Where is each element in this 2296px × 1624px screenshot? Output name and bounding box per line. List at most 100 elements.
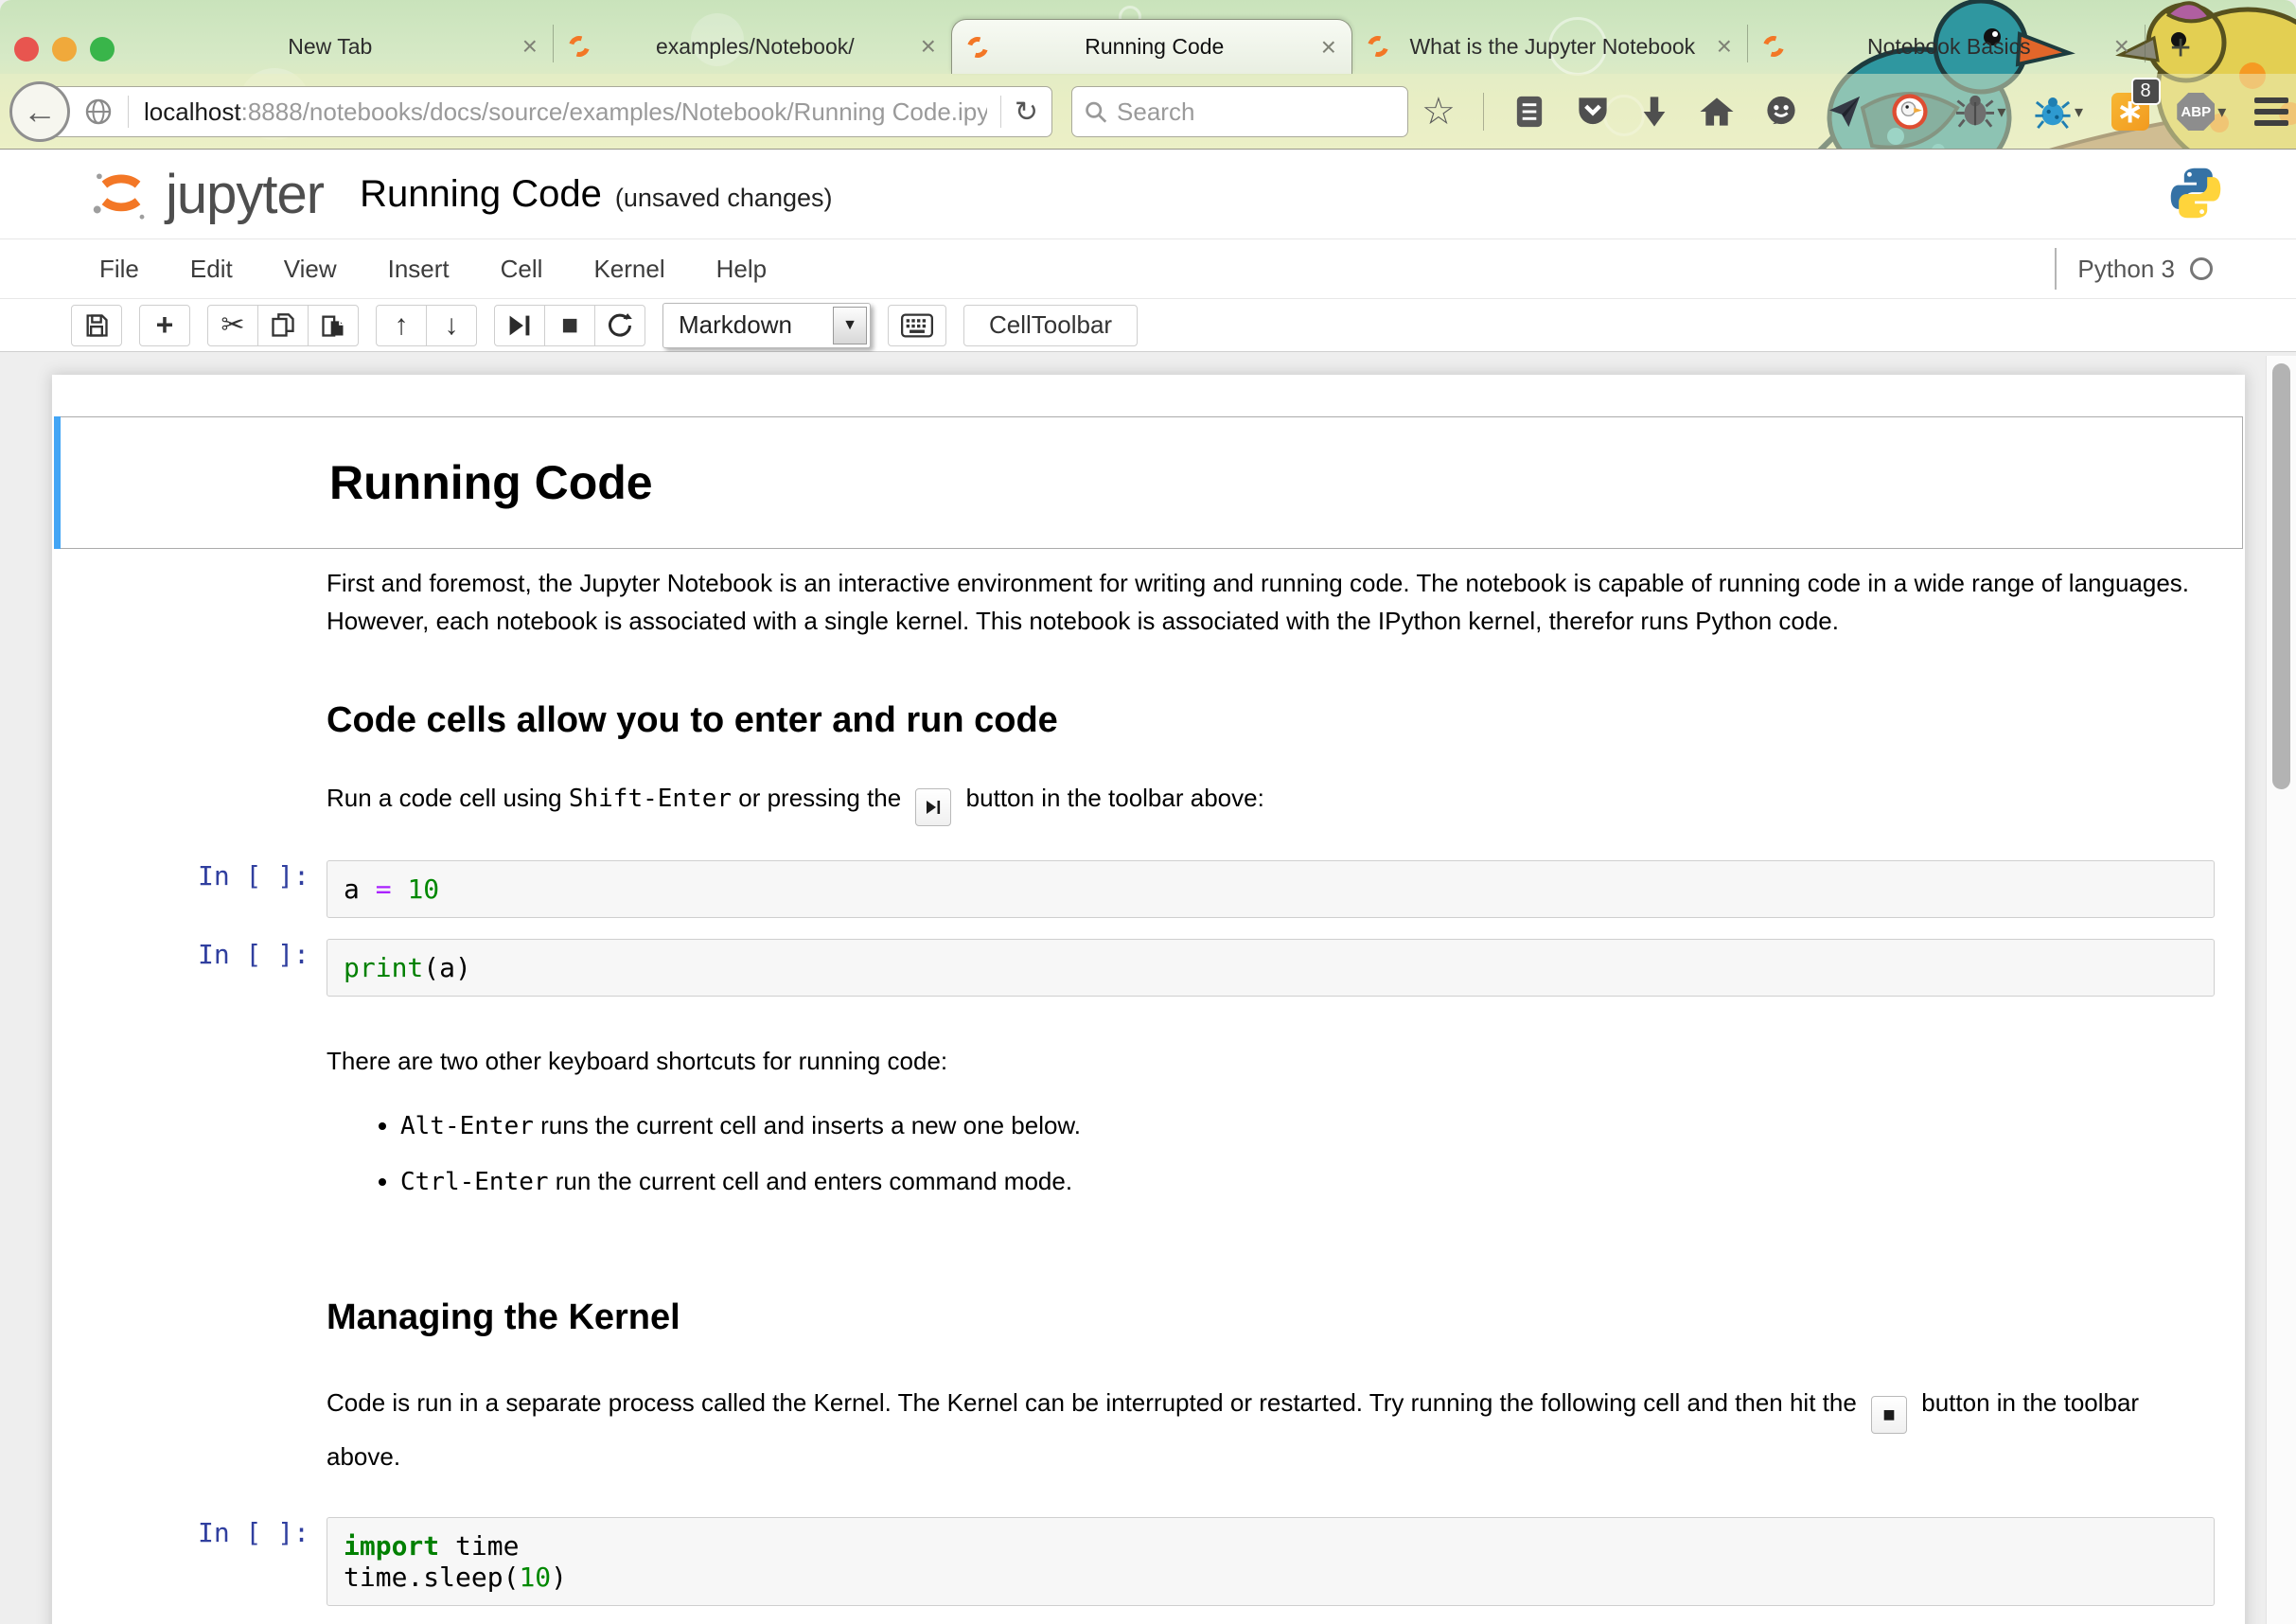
shortcut-text: run the current cell and enters command … xyxy=(549,1167,1073,1195)
paste-cell-button[interactable] xyxy=(308,305,359,346)
cell-type-select[interactable]: Markdown ▼ xyxy=(662,303,871,348)
code-cell[interactable]: In [ ]: import time time.sleep(10) xyxy=(52,1517,2245,1606)
copy-icon xyxy=(270,312,296,339)
menu-edit[interactable]: Edit xyxy=(165,255,258,284)
code-input-area[interactable]: print(a) xyxy=(327,939,2215,997)
markdown-cell[interactable]: There are two other keyboard shortcuts f… xyxy=(52,1042,2245,1080)
page-scrollbar[interactable] xyxy=(2266,356,2296,1624)
url-path: :8888/notebooks/docs/source/examples/Not… xyxy=(241,97,987,126)
tab-new-tab[interactable]: New Tab × xyxy=(123,19,553,74)
code-token-keyword: import xyxy=(344,1530,439,1562)
menu-hamburger-icon[interactable] xyxy=(2254,97,2288,126)
move-group: ↑ ↓ xyxy=(376,305,477,346)
tab-label: Running Code xyxy=(988,34,1321,60)
code-cell[interactable]: In [ ]: a = 10 xyxy=(52,860,2245,918)
move-cell-down-button[interactable]: ↓ xyxy=(426,305,477,346)
scissors-icon: ✂ xyxy=(221,309,244,342)
notebook-menubar: File Edit View Insert Cell Kernel Help P… xyxy=(0,238,2296,299)
interrupt-kernel-button[interactable]: ■ xyxy=(544,305,595,346)
new-tab-button[interactable]: + xyxy=(2170,30,2191,66)
menu-file[interactable]: File xyxy=(74,255,165,284)
download-icon[interactable] xyxy=(1638,94,1670,130)
prompt-spacer xyxy=(121,427,329,538)
menu-kernel[interactable]: Kernel xyxy=(568,255,690,284)
reload-button[interactable]: ↻ xyxy=(1015,96,1038,129)
forum-smiley-icon[interactable] xyxy=(1763,94,1799,130)
send-tab-icon[interactable] xyxy=(1827,94,1863,130)
prompt-spacer xyxy=(118,564,327,640)
window-controls xyxy=(14,37,115,62)
home-icon[interactable] xyxy=(1699,95,1735,129)
code-input-area[interactable]: import time time.sleep(10) xyxy=(327,1517,2215,1606)
maximize-window-button[interactable] xyxy=(90,37,115,62)
duckduckgo-icon[interactable] xyxy=(1891,93,1929,131)
markdown-cell[interactable]: Code cells allow you to enter and run co… xyxy=(52,700,2245,741)
stop-icon: ■ xyxy=(1882,1404,1895,1425)
tab-running-code[interactable]: Running Code × xyxy=(951,19,1352,74)
kernel-name: Python 3 xyxy=(2077,255,2175,284)
menu-help[interactable]: Help xyxy=(691,255,792,284)
input-prompt: In [ ]: xyxy=(118,939,327,997)
code-token-builtin: print xyxy=(344,952,423,983)
selected-markdown-cell[interactable]: Running Code xyxy=(54,416,2243,549)
pocket-icon[interactable] xyxy=(1575,94,1611,130)
nav-icon-row: ☆ xyxy=(1422,74,2288,150)
menu-cell[interactable]: Cell xyxy=(475,255,569,284)
url-text[interactable]: localhost:8888/notebooks/docs/source/exa… xyxy=(144,97,987,127)
restart-kernel-button[interactable] xyxy=(594,305,645,346)
tab-separator xyxy=(2145,25,2146,62)
search-input[interactable] xyxy=(1117,97,1396,127)
adblock-plus-icon[interactable]: ABP ▾ xyxy=(2177,93,2226,131)
markdown-cell[interactable]: Run a code cell using Shift-Enter or pre… xyxy=(52,779,2245,826)
navigation-toolbar: ← localhost:8888/notebooks/docs/source/e… xyxy=(0,74,2296,150)
cell-toolbar-button[interactable]: CellToolbar xyxy=(963,305,1138,346)
reading-list-icon[interactable] xyxy=(1512,94,1546,130)
notebook-title[interactable]: Running Code xyxy=(360,173,602,216)
tab-close-icon[interactable]: × xyxy=(921,33,936,60)
run-text-mid: or pressing the xyxy=(732,784,908,812)
jupyter-logo-text[interactable]: jupyter xyxy=(166,163,324,226)
back-button[interactable]: ← xyxy=(9,81,70,142)
command-palette-button[interactable] xyxy=(888,305,946,346)
tab-examples-notebook[interactable]: examples/Notebook/ × xyxy=(554,19,951,74)
code-line: time.sleep(10) xyxy=(344,1562,2198,1593)
code-input-area[interactable]: a = 10 xyxy=(327,860,2215,918)
search-bar[interactable] xyxy=(1071,86,1408,137)
markdown-cell[interactable]: Managing the Kernel xyxy=(52,1297,2245,1338)
asterisk-addon-icon[interactable]: ∗ 8 xyxy=(2111,93,2149,131)
minimize-window-button[interactable] xyxy=(52,37,77,62)
markdown-cell[interactable]: Code is run in a separate process called… xyxy=(52,1380,2245,1479)
scrollbar-thumb[interactable] xyxy=(2272,363,2290,789)
close-window-button[interactable] xyxy=(14,37,39,62)
run-cell-button[interactable] xyxy=(494,305,545,346)
tab-close-icon[interactable]: × xyxy=(1321,34,1336,61)
tab-close-icon[interactable]: × xyxy=(2114,33,2129,60)
shortcut-list: Alt-Enter runs the current cell and inse… xyxy=(400,1106,1081,1218)
select-arrow-icon[interactable]: ▼ xyxy=(833,307,867,344)
run-text-pre: Run a code cell using xyxy=(327,784,569,812)
save-button[interactable] xyxy=(71,305,122,346)
tab-close-icon[interactable]: × xyxy=(522,33,538,60)
bookmark-star-icon[interactable]: ☆ xyxy=(1422,93,1456,131)
menu-view[interactable]: View xyxy=(258,255,362,284)
browser-chrome: New Tab × examples/Notebook/ × Running C… xyxy=(0,0,2296,150)
kernel-indicator: Python 3 xyxy=(2055,248,2213,290)
tab-what-is-jupyter[interactable]: What is the Jupyter Notebook × xyxy=(1352,19,1747,74)
prompt-spacer xyxy=(118,1106,327,1218)
url-bar[interactable]: localhost:8888/notebooks/docs/source/exa… xyxy=(42,86,1052,137)
markdown-cell[interactable]: Alt-Enter runs the current cell and inse… xyxy=(52,1106,2245,1218)
tab-notebook-basics[interactable]: Notebook Basics × xyxy=(1748,19,2145,74)
cut-cell-button[interactable]: ✂ xyxy=(207,305,258,346)
menu-insert[interactable]: Insert xyxy=(362,255,475,284)
code-token: (a) xyxy=(423,952,471,983)
tab-close-icon[interactable]: × xyxy=(1717,33,1732,60)
jupyter-logo-icon[interactable] xyxy=(90,163,152,225)
code-cell[interactable]: In [ ]: print(a) xyxy=(52,939,2245,997)
search-icon xyxy=(1084,98,1107,125)
bug-addon-icon[interactable]: ▾ xyxy=(1956,94,2005,130)
insert-cell-button[interactable]: + xyxy=(139,305,190,346)
markdown-cell[interactable]: First and foremost, the Jupyter Notebook… xyxy=(52,564,2245,640)
copy-cell-button[interactable] xyxy=(257,305,309,346)
move-cell-up-button[interactable]: ↑ xyxy=(376,305,427,346)
beetle-addon-icon[interactable]: ▾ xyxy=(2034,94,2083,130)
